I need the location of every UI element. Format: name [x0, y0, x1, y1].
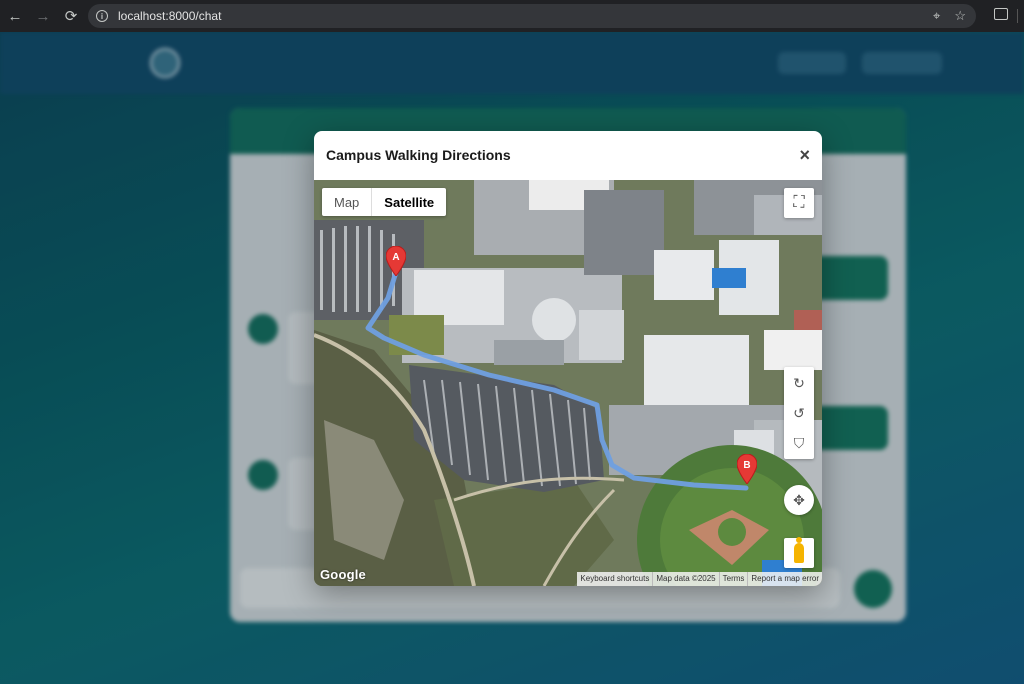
- satellite-map[interactable]: A B Map Satellite ⛶ ↻ ↺ ⛉ ✥ Google Keybo…: [314, 180, 822, 586]
- close-icon[interactable]: ×: [799, 145, 810, 166]
- street-view-pegman-icon[interactable]: [784, 537, 814, 568]
- map-type-satellite-button[interactable]: Satellite: [371, 188, 446, 216]
- marker-a-label: A: [392, 252, 399, 263]
- tab-search-icon[interactable]: [994, 8, 1008, 20]
- keyboard-shortcuts-link[interactable]: Keyboard shortcuts: [577, 572, 652, 586]
- location-pin-icon[interactable]: ⌖: [933, 8, 940, 24]
- forward-arrow-icon[interactable]: →: [30, 3, 56, 29]
- toolbar-divider: [1017, 9, 1018, 23]
- reload-icon[interactable]: ⟳: [58, 3, 84, 29]
- map-type-control: Map Satellite: [322, 188, 447, 216]
- rotate-counterclockwise-icon[interactable]: ↺: [784, 398, 814, 428]
- tilt-icon[interactable]: ⛉: [784, 428, 814, 458]
- marker-a-icon[interactable]: A: [386, 246, 406, 276]
- map-type-map-button[interactable]: Map: [322, 188, 371, 216]
- marker-b-icon[interactable]: B: [737, 454, 757, 484]
- directions-modal: Campus Walking Directions × A B Map Sate…: [314, 131, 822, 586]
- address-bar[interactable]: i localhost:8000/chat ⌖ ☆: [88, 4, 976, 28]
- bookmark-star-icon[interactable]: ☆: [954, 8, 966, 24]
- camera-rotate-control: ↻ ↺ ⛉: [784, 367, 814, 459]
- marker-b-label: B: [743, 460, 750, 471]
- report-map-error-link[interactable]: Report a map error: [747, 572, 822, 586]
- back-arrow-icon[interactable]: ←: [2, 3, 28, 29]
- rotate-clockwise-icon[interactable]: ↻: [784, 368, 814, 398]
- site-info-icon[interactable]: i: [96, 10, 108, 22]
- google-logo[interactable]: Google: [320, 567, 366, 582]
- fullscreen-icon[interactable]: ⛶: [784, 188, 814, 218]
- map-attribution: Keyboard shortcuts Map data ©2025 Terms …: [577, 572, 822, 586]
- url-text[interactable]: localhost:8000/chat: [118, 9, 221, 23]
- terms-link[interactable]: Terms: [718, 572, 748, 586]
- browser-toolbar: ← → ⟳ i localhost:8000/chat ⌖ ☆: [0, 0, 1024, 32]
- modal-title: Campus Walking Directions: [326, 147, 511, 163]
- map-data-text: Map data ©2025: [652, 572, 718, 586]
- camera-pan-icon[interactable]: ✥: [784, 485, 814, 515]
- satellite-imagery: [314, 180, 822, 586]
